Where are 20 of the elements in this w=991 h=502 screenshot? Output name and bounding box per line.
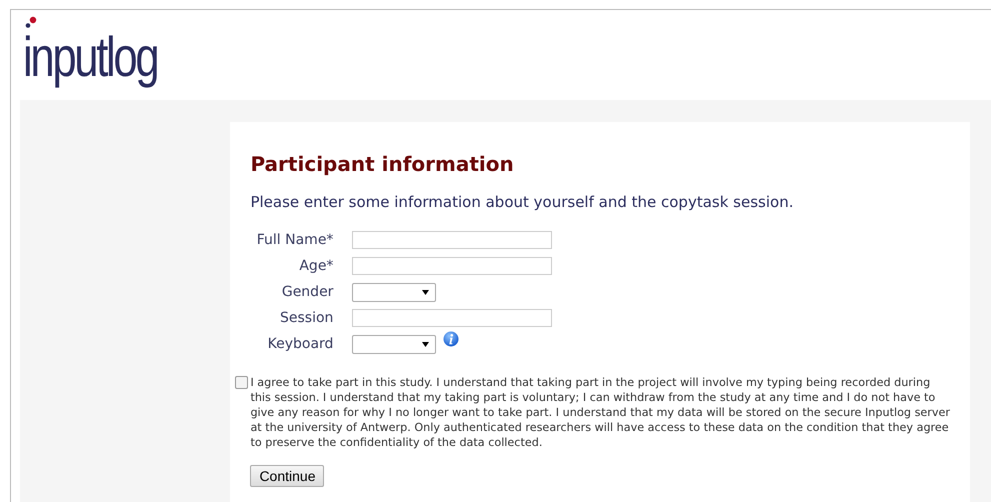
continue-button[interactable]: Continue [250,465,324,487]
consent-text: I agree to take part in this study. I understand that taking part in the project will involve my typing being recorded during this session. I understand that my taking part is voluntary; I can withdraw from the study at any time and I do not have to give any reason for why I no longer want to take part. I understand that my data will be stored on the secure Inputlog server at the university of Antwerp. Only authenticated researchers will have access to these data on the condition that they agree to preserve the confidentiality of the data collected. [250,375,950,450]
field-label: Age* [298,258,334,274]
input-field[interactable] [352,309,552,327]
info-icon[interactable] [443,331,460,347]
consent-checkbox[interactable] [235,376,248,389]
caret-icon [422,290,430,294]
field-label: Keyboard [266,336,334,352]
dropdown[interactable] [352,282,436,302]
dropdown[interactable] [352,334,436,354]
intro-text: Please enter some information about yourself and the copytask session. [250,193,794,211]
field-label: Session [279,310,334,326]
input-field[interactable] [352,257,552,275]
input-field[interactable] [352,231,552,249]
field-label: Gender [280,284,334,300]
logo-dots-icon [25,16,37,28]
logo: inputlog [23,24,158,90]
field-label: Full Name* [256,232,334,248]
caret-icon [422,342,430,346]
page-title: Participant information [250,152,515,176]
